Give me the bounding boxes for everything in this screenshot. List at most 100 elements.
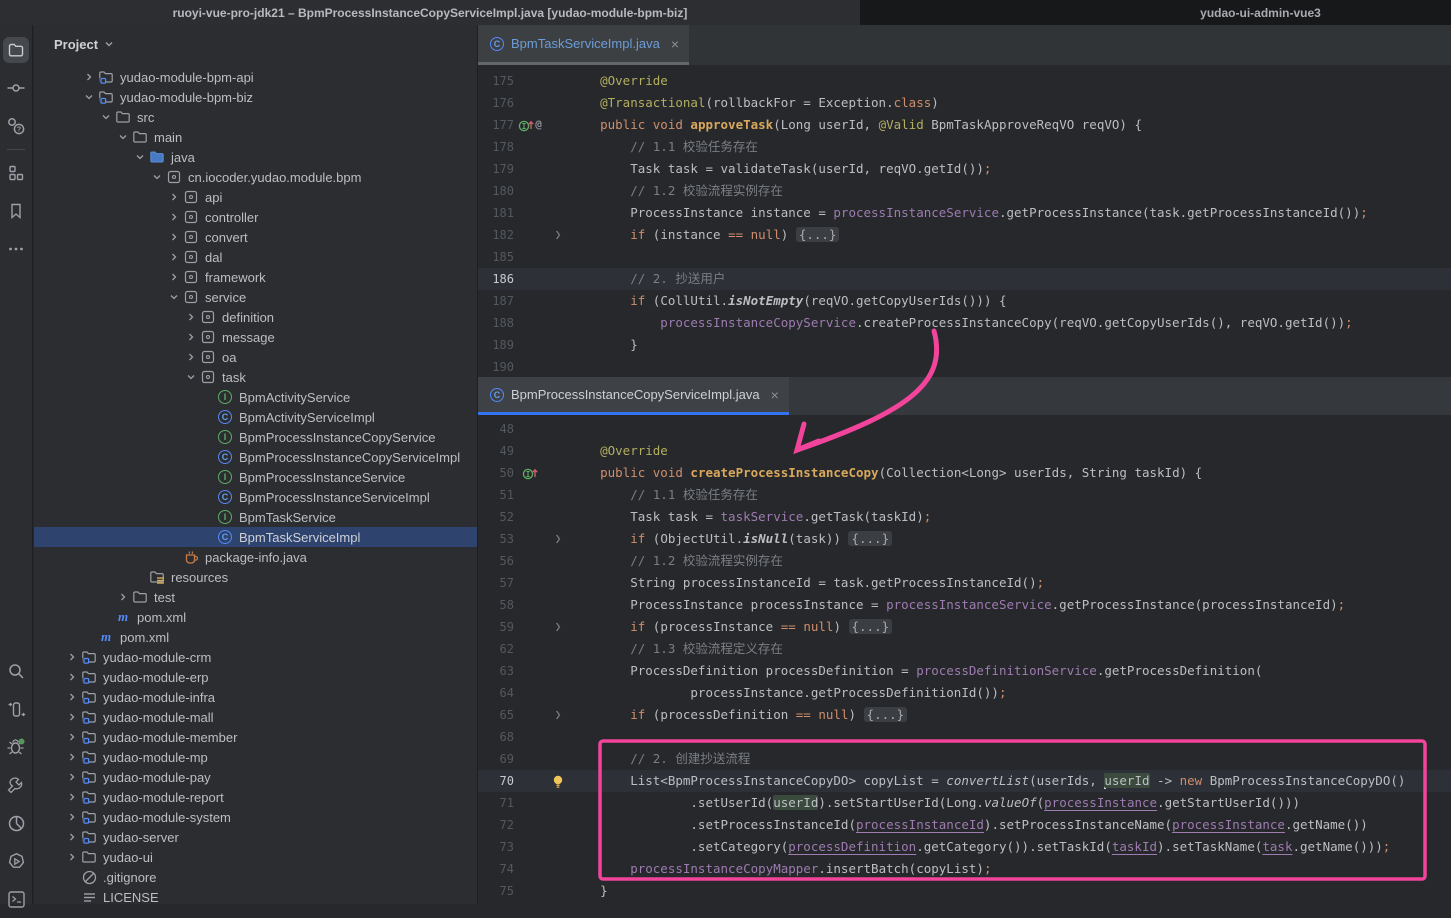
overriding-method-icon[interactable]: I <box>522 466 538 481</box>
stripe-button-search-icon[interactable] <box>3 658 29 684</box>
stripe-button-bookmarks-icon[interactable] <box>3 198 29 224</box>
stripe-button-services-icon[interactable] <box>3 848 29 874</box>
chevron-right-icon[interactable] <box>64 729 80 745</box>
tab-close-icon[interactable]: × <box>671 36 679 52</box>
tree-item-resources[interactable]: resources <box>34 567 477 587</box>
code-line-69[interactable]: 69 // 2. 创建抄送流程 <box>478 748 1451 770</box>
chevron-right-icon[interactable] <box>64 649 80 665</box>
chevron-right-icon[interactable] <box>166 189 182 205</box>
overriding-method-icon[interactable]: I <box>518 118 534 133</box>
tree-item-bpmtaskservice[interactable]: IBpmTaskService <box>34 507 477 527</box>
tree-item-yudao-module-report[interactable]: yudao-module-report <box>34 787 477 807</box>
code-line-62[interactable]: 62 // 1.3 校验流程定义存在 <box>478 638 1451 660</box>
chevron-right-icon[interactable] <box>166 209 182 225</box>
chevron-right-icon[interactable] <box>64 809 80 825</box>
code-line-181[interactable]: 181 ProcessInstance instance = processIn… <box>478 202 1451 224</box>
tree-item-service[interactable]: service <box>34 287 477 307</box>
stripe-button-debug-icon[interactable] <box>3 734 29 760</box>
fold-expand-icon[interactable]: ❯ <box>555 224 562 246</box>
editor-top[interactable]: 175 @Override176 @Transactional(rollback… <box>478 65 1451 377</box>
code-line-65[interactable]: 65❯ if (processDefinition == null) {...} <box>478 704 1451 726</box>
code-line-70[interactable]: 70 List<BpmProcessInstanceCopyDO> copyLi… <box>478 770 1451 792</box>
stripe-button-more-tool-windows-icon[interactable] <box>3 236 29 262</box>
code-line-182[interactable]: 182❯ if (instance == null) {...} <box>478 224 1451 246</box>
code-line-63[interactable]: 63 ProcessDefinition processDefinition =… <box>478 660 1451 682</box>
tree-item-yudao-module-bpm-biz[interactable]: yudao-module-bpm-biz <box>34 87 477 107</box>
tree-item-bpmprocessinstancecopyservice[interactable]: IBpmProcessInstanceCopyService <box>34 427 477 447</box>
tree-item-cn-iocoder-yudao-module-bpm[interactable]: cn.iocoder.yudao.module.bpm <box>34 167 477 187</box>
code-line-180[interactable]: 180 // 1.2 校验流程实例存在 <box>478 180 1451 202</box>
tree-item-yudao-module-pay[interactable]: yudao-module-pay <box>34 767 477 787</box>
tree-item-yudao-module-bpm-api[interactable]: yudao-module-bpm-api <box>34 67 477 87</box>
code-line-72[interactable]: 72 .setProcessInstanceId(processInstance… <box>478 814 1451 836</box>
chevron-right-icon[interactable] <box>166 229 182 245</box>
tree-item-src[interactable]: src <box>34 107 477 127</box>
code-line-56[interactable]: 56 // 1.2 校验流程实例存在 <box>478 550 1451 572</box>
tree-item-yudao-server[interactable]: yudao-server <box>34 827 477 847</box>
tree-item-pom-xml[interactable]: mpom.xml <box>34 607 477 627</box>
stripe-button-project-icon[interactable] <box>3 37 29 63</box>
tree-item-bpmactivityserviceimpl[interactable]: CBpmActivityServiceImpl <box>34 407 477 427</box>
chevron-right-icon[interactable] <box>64 689 80 705</box>
tree-item-license[interactable]: LICENSE <box>34 887 477 904</box>
code-line-178[interactable]: 178 // 1.1 校验任务存在 <box>478 136 1451 158</box>
chevron-right-icon[interactable] <box>64 669 80 685</box>
stripe-button-profiler-icon[interactable] <box>3 810 29 836</box>
code-line-64[interactable]: 64 processInstance.getProcessDefinitionI… <box>478 682 1451 704</box>
tree-item-pom-xml[interactable]: mpom.xml <box>34 627 477 647</box>
chevron-right-icon[interactable] <box>166 249 182 265</box>
project-panel-header[interactable]: Project <box>34 25 477 63</box>
chevron-right-icon[interactable] <box>183 329 199 345</box>
tree-item-yudao-module-infra[interactable]: yudao-module-infra <box>34 687 477 707</box>
tree-item-yudao-module-mall[interactable]: yudao-module-mall <box>34 707 477 727</box>
code-line-50[interactable]: 50I public void createProcessInstanceCop… <box>478 462 1451 484</box>
tree-item-task[interactable]: task <box>34 367 477 387</box>
chevron-right-icon[interactable] <box>183 309 199 325</box>
code-line-71[interactable]: 71 .setUserId(userId).setStartUserId(Lon… <box>478 792 1451 814</box>
tree-item-java[interactable]: java <box>34 147 477 167</box>
tree-item-bpmactivityservice[interactable]: IBpmActivityService <box>34 387 477 407</box>
code-line-68[interactable]: 68 <box>478 726 1451 748</box>
tree-item-bpmprocessinstanceservice[interactable]: IBpmProcessInstanceService <box>34 467 477 487</box>
code-line-176[interactable]: 176 @Transactional(rollbackFor = Excepti… <box>478 92 1451 114</box>
stripe-button-terminal-icon[interactable] <box>3 886 29 912</box>
tree-item-bpmprocessinstancecopyserviceimpl[interactable]: CBpmProcessInstanceCopyServiceImpl <box>34 447 477 467</box>
chevron-down-icon[interactable] <box>98 109 114 125</box>
code-line-175[interactable]: 175 @Override <box>478 70 1451 92</box>
chevron-right-icon[interactable] <box>183 349 199 365</box>
code-line-59[interactable]: 59❯ if (processInstance == null) {...} <box>478 616 1451 638</box>
fold-expand-icon[interactable]: ❯ <box>555 704 562 726</box>
stripe-button-pull-requests-icon[interactable]: ? <box>3 113 29 139</box>
tree-item-oa[interactable]: oa <box>34 347 477 367</box>
chevron-right-icon[interactable] <box>64 849 80 865</box>
code-line-52[interactable]: 52 Task task = taskService.getTask(taskI… <box>478 506 1451 528</box>
editor-tab[interactable]: CBpmTaskServiceImpl.java× <box>478 25 689 65</box>
intention-bulb-icon[interactable] <box>551 774 565 789</box>
stripe-button-structure-icon[interactable] <box>3 160 29 186</box>
chevron-right-icon[interactable] <box>64 709 80 725</box>
code-line-74[interactable]: 74 processInstanceCopyMapper.insertBatch… <box>478 858 1451 880</box>
editor-tab[interactable]: CBpmProcessInstanceCopyServiceImpl.java× <box>478 377 789 415</box>
code-line-73[interactable]: 73 .setCategory(processDefinition.getCat… <box>478 836 1451 858</box>
code-line-189[interactable]: 189 } <box>478 334 1451 356</box>
code-line-49[interactable]: 49 @Override <box>478 440 1451 462</box>
tree-item-bpmtaskserviceimpl[interactable]: CBpmTaskServiceImpl <box>34 527 477 547</box>
tree-item--gitignore[interactable]: .gitignore <box>34 867 477 887</box>
code-line-187[interactable]: 187 if (CollUtil.isNotEmpty(reqVO.getCop… <box>478 290 1451 312</box>
chevron-right-icon[interactable] <box>166 269 182 285</box>
code-line-177[interactable]: 177I@ public void approveTask(Long userI… <box>478 114 1451 136</box>
tree-item-controller[interactable]: controller <box>34 207 477 227</box>
code-line-75[interactable]: 75 } <box>478 880 1451 902</box>
tree-item-bpmprocessinstanceserviceimpl[interactable]: CBpmProcessInstanceServiceImpl <box>34 487 477 507</box>
tree-item-framework[interactable]: framework <box>34 267 477 287</box>
tree-item-dal[interactable]: dal <box>34 247 477 267</box>
chevron-right-icon[interactable] <box>64 789 80 805</box>
chevron-down-icon[interactable] <box>115 129 131 145</box>
tree-item-package-info-java[interactable]: package-info.java <box>34 547 477 567</box>
code-line-51[interactable]: 51 // 1.1 校验任务存在 <box>478 484 1451 506</box>
chevron-down-icon[interactable] <box>132 149 148 165</box>
chevron-right-icon[interactable] <box>115 589 131 605</box>
code-line-58[interactable]: 58 ProcessInstance processInstance = pro… <box>478 594 1451 616</box>
tree-item-definition[interactable]: definition <box>34 307 477 327</box>
tree-item-yudao-ui[interactable]: yudao-ui <box>34 847 477 867</box>
